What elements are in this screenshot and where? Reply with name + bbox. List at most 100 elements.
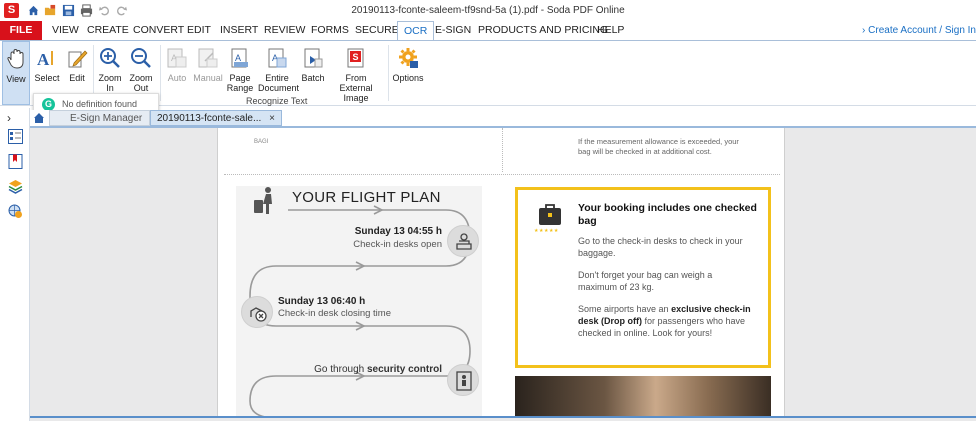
menu-view[interactable]: VIEW xyxy=(46,21,85,40)
step1-description: Check-in desks open xyxy=(353,239,442,250)
thumbnails-panel-icon[interactable] xyxy=(8,129,23,144)
close-tab-icon[interactable]: × xyxy=(269,111,275,127)
ribbon-separator xyxy=(388,45,389,101)
zoom-in-button[interactable]: Zoom In xyxy=(96,41,124,93)
step3-text: Go through security control xyxy=(276,364,442,375)
flight-plan-title: YOUR FLIGHT PLAN xyxy=(292,189,441,206)
tab-document[interactable]: 20190113-fconte-sale... × xyxy=(150,110,282,126)
allowance-note: If the measurement allowance is exceeded… xyxy=(578,137,739,157)
booking-paragraph-1: Go to the check-in desks to check in you… xyxy=(578,235,743,259)
checkin-closing-circle xyxy=(241,296,273,328)
edit-button[interactable]: Edit xyxy=(63,41,91,83)
entire-document-button[interactable]: A Entire Document xyxy=(258,41,300,93)
svg-text:A: A xyxy=(37,50,50,69)
booking-title: Your booking includes one checked bag xyxy=(578,202,757,228)
step2-description: Check-in desk closing time xyxy=(278,308,391,319)
page-range-label-1: Page xyxy=(229,73,251,83)
page-range-label-2: Range xyxy=(226,83,254,93)
global-search-icon[interactable] xyxy=(8,204,23,219)
document-canvas[interactable]: BAGI If the measurement allowance is exc… xyxy=(30,128,976,421)
from-external-image-button[interactable]: S From External Image xyxy=(328,41,384,103)
booking-title-line-2: bag xyxy=(578,215,597,227)
home-tab-icon[interactable] xyxy=(33,112,45,124)
zoom-out-icon xyxy=(131,48,151,68)
traveler-photo xyxy=(515,376,771,418)
entire-document-label-2: Document xyxy=(258,83,300,93)
layers-panel-icon[interactable] xyxy=(8,179,23,194)
auto-button[interactable]: A Auto xyxy=(163,41,191,83)
from-external-image-label-2: Image xyxy=(343,93,369,103)
esign-manager-tab-label: E-Sign Manager xyxy=(70,113,143,124)
gear-icon xyxy=(399,48,418,68)
suitcase-icon xyxy=(539,204,561,225)
bag-text-fragment: BAGI xyxy=(254,139,269,145)
booking-p3-part-c: checked in online. Look for yours! xyxy=(578,328,713,338)
menu-forms[interactable]: FORMS xyxy=(305,21,355,40)
manual-button[interactable]: Manual xyxy=(193,41,223,83)
step3-prefix: Go through xyxy=(314,364,367,375)
recognize-text-group-label: Recognize Text xyxy=(246,96,308,106)
security-gate-icon xyxy=(456,371,472,391)
from-external-image-label-1: From External xyxy=(339,73,373,93)
booking-paragraph-2: Don't forget your bag can weigh a maximu… xyxy=(578,269,712,293)
menu-review[interactable]: REVIEW xyxy=(258,21,311,40)
checkin-closed-icon xyxy=(250,307,267,322)
auto-ocr-icon: A xyxy=(167,48,187,68)
menu-esign[interactable]: E-SIGN xyxy=(429,21,477,40)
select-label: Select xyxy=(34,73,60,83)
window-title: 20190113-fconte-saleem-tf9snd-5a (1).pdf… xyxy=(351,5,625,16)
zoom-out-button[interactable]: Zoom Out xyxy=(126,41,156,93)
booking-p3-part-a: Some airports have an xyxy=(578,304,672,314)
menu-bar: FILE VIEW CREATE CONVERT EDIT INSERT REV… xyxy=(0,21,976,40)
allowance-note-line-1: If the measurement allowance is exceeded… xyxy=(578,137,739,146)
options-button[interactable]: Options xyxy=(392,41,424,83)
title-bar: S 20190113-fconte-saleem-tf9snd-5a (1).p… xyxy=(0,0,976,21)
column-divider xyxy=(502,128,503,172)
left-sidebar: › xyxy=(0,108,30,421)
booking-p2-line-1: Don't forget your bag can weigh a xyxy=(578,270,713,280)
booking-paragraph-3: Some airports have an exclusive check-in… xyxy=(578,303,768,339)
page-range-icon: A xyxy=(231,48,248,68)
booking-p3-bold-1: exclusive check-in xyxy=(671,304,751,314)
view-button[interactable]: View xyxy=(2,41,30,105)
allowance-note-line-2: bag will be checked in at additional cos… xyxy=(578,147,712,156)
sidebar-collapse-chevron-icon[interactable]: › xyxy=(7,111,11,125)
batch-icon xyxy=(304,48,323,68)
menu-file[interactable]: FILE xyxy=(0,21,42,40)
booking-p3-bold-2: desk (Drop off) xyxy=(578,316,642,326)
menu-insert[interactable]: INSERT xyxy=(214,21,264,40)
booking-p1-line-2: baggage. xyxy=(578,248,616,258)
batch-label: Batch xyxy=(301,73,325,83)
checkin-desk-icon xyxy=(456,233,472,250)
security-control-circle xyxy=(447,364,479,396)
options-label: Options xyxy=(392,73,424,83)
page-range-button[interactable]: A Page Range xyxy=(225,41,255,93)
view-label: View xyxy=(6,74,26,84)
zoom-in-label-1: Zoom xyxy=(98,73,122,83)
section-divider xyxy=(224,174,780,175)
manual-ocr-icon xyxy=(198,48,218,68)
zoom-out-label-1: Zoom xyxy=(129,73,153,83)
external-image-icon: S xyxy=(347,48,364,68)
booking-title-line-1: Your booking includes one checked xyxy=(578,202,757,214)
booking-p2-line-2: maximum of 23 kg. xyxy=(578,282,655,292)
svg-text:A: A xyxy=(235,53,241,63)
checkin-desk-circle xyxy=(447,225,479,257)
svg-text:S: S xyxy=(353,52,359,62)
menu-edit[interactable]: EDIT xyxy=(181,21,217,40)
edit-pencil-icon xyxy=(68,50,88,68)
tab-esign-manager[interactable]: E-Sign Manager xyxy=(49,110,150,126)
batch-button[interactable]: Batch xyxy=(299,41,327,83)
zoom-out-label-2: Out xyxy=(133,83,149,93)
entire-document-label-1: Entire xyxy=(265,73,289,83)
step2-time: Sunday 13 06:40 h xyxy=(278,296,366,307)
step1-time: Sunday 13 04:55 h xyxy=(354,226,442,237)
menu-help[interactable]: HELP xyxy=(591,21,630,40)
ribbon-separator xyxy=(160,45,161,101)
select-text-icon: A xyxy=(37,50,53,69)
create-account-link[interactable]: › Create Account / Sign In xyxy=(862,25,976,36)
auto-label: Auto xyxy=(167,73,187,83)
select-button[interactable]: A Select xyxy=(33,41,61,83)
zoom-in-label-2: In xyxy=(106,83,114,93)
bookmarks-panel-icon[interactable] xyxy=(8,154,23,169)
